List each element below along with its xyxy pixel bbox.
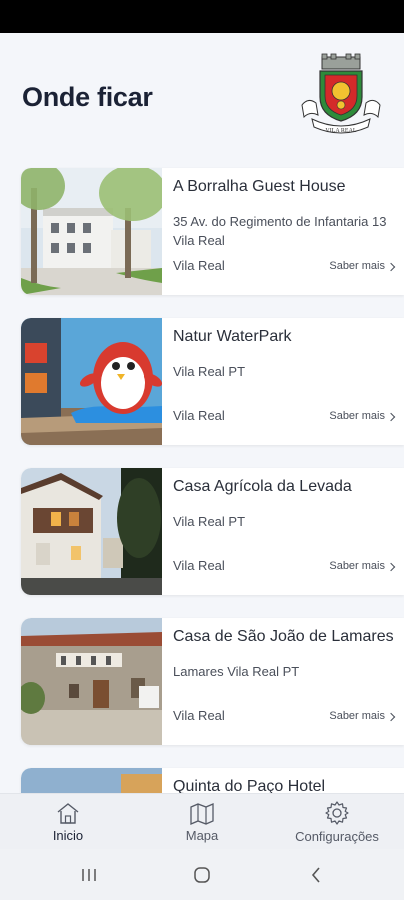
map-icon: [190, 803, 214, 825]
saber-mais-label: Saber mais: [329, 560, 385, 572]
place-address: 35 Av. do Regimento de Infantaria 13 Vil…: [173, 214, 387, 248]
place-city: Vila Real: [173, 258, 225, 273]
gear-icon: [325, 801, 349, 825]
place-address: Vila Real PT: [173, 364, 246, 379]
page-title: Onde ficar: [22, 82, 153, 112]
place-card[interactable]: Casa de São João de Lamares Lamares Vila…: [21, 618, 404, 745]
bottom-tab-bar: Inicio Mapa Configurações: [0, 793, 404, 849]
place-name: A Borralha Guest House: [173, 178, 346, 195]
saber-mais-label: Saber mais: [329, 410, 385, 422]
place-photo: [21, 768, 162, 793]
tab-label: Inicio: [52, 828, 84, 843]
place-card[interactable]: Natur WaterPark Vila Real PT Vila Real S…: [21, 318, 404, 445]
system-home-icon: [194, 867, 210, 883]
back-icon: [311, 867, 320, 883]
place-name: Quinta do Paço Hotel: [173, 778, 326, 793]
crest-label: VILA REAL: [325, 128, 356, 134]
place-city: Vila Real: [173, 408, 225, 423]
status-bar: [0, 0, 404, 33]
place-address: Lamares Vila Real PT: [173, 664, 300, 679]
place-card[interactable]: A Borralha Guest House 35 Av. do Regimen…: [21, 168, 404, 295]
place-photo: [21, 318, 162, 445]
place-name: Casa Agrícola da Levada: [173, 478, 352, 495]
place-city: Vila Real: [173, 708, 225, 723]
saber-mais-label: Saber mais: [329, 260, 385, 272]
place-name: Casa de São João de Lamares: [173, 628, 394, 645]
tab-mapa[interactable]: Mapa: [172, 794, 232, 850]
system-navigation-bar: [0, 849, 404, 900]
place-photo: [21, 618, 162, 745]
places-list[interactable]: A Borralha Guest House 35 Av. do Regimen…: [0, 155, 404, 793]
place-photo: [21, 168, 162, 295]
vila-real-crest-logo: VILA REAL: [301, 53, 381, 134]
chevron-right-icon: [386, 712, 396, 721]
place-photo: [21, 468, 162, 595]
tab-configuracoes[interactable]: Configurações: [287, 794, 387, 850]
tab-label: Configurações: [295, 829, 379, 844]
chevron-right-icon: [386, 412, 396, 421]
recents-button[interactable]: [77, 863, 101, 887]
place-card[interactable]: Quinta do Paço Hotel: [21, 768, 404, 793]
recents-icon: [82, 869, 96, 881]
header: Onde ficar VILA REAL: [0, 33, 404, 155]
saber-mais-link[interactable]: Saber mais: [329, 560, 396, 572]
saber-mais-link[interactable]: Saber mais: [329, 710, 396, 722]
chevron-right-icon: [386, 262, 396, 271]
place-name: Natur WaterPark: [173, 328, 292, 345]
place-card[interactable]: Casa Agrícola da Levada Vila Real PT Vil…: [21, 468, 404, 595]
chevron-right-icon: [386, 562, 396, 571]
back-button[interactable]: [304, 863, 328, 887]
tab-label: Mapa: [185, 828, 219, 843]
system-home-button[interactable]: [190, 863, 214, 887]
saber-mais-link[interactable]: Saber mais: [329, 260, 396, 272]
tab-inicio[interactable]: Inicio: [38, 794, 98, 850]
home-icon: [57, 803, 79, 824]
saber-mais-link[interactable]: Saber mais: [329, 410, 396, 422]
place-address: Vila Real PT: [173, 514, 246, 529]
saber-mais-label: Saber mais: [329, 710, 385, 722]
place-city: Vila Real: [173, 558, 225, 573]
